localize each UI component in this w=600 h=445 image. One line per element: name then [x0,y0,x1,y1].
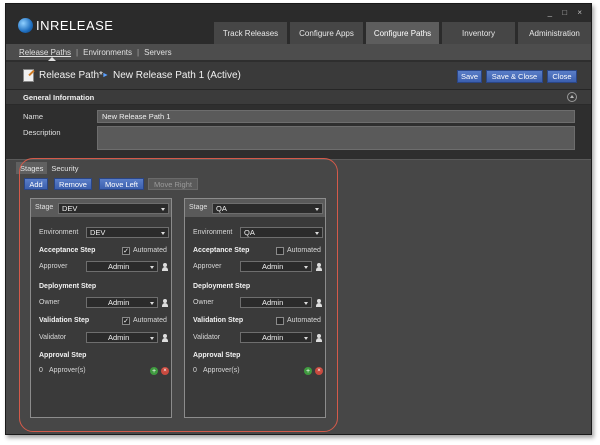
subnav-separator: | [76,47,79,57]
tab-track-releases[interactable]: Track Releases [214,22,287,44]
name-label: Name [23,112,44,121]
description-input[interactable] [97,126,575,150]
save-close-button[interactable]: Save & Close [486,70,543,83]
name-input[interactable]: New Release Path 1 [97,110,575,123]
window-controls[interactable]: _ □ × [548,8,586,17]
logo-text: INRELEASE [36,18,114,33]
title-bar: Release Path* ► New Release Path 1 (Acti… [6,62,591,90]
close-button[interactable]: Close [547,70,577,83]
edit-document-icon [23,69,34,82]
subnav-servers[interactable]: Servers [144,48,172,57]
subnav-separator: | [137,47,140,57]
app-logo: INRELEASE [18,18,113,33]
sub-navigation: Release Paths | Environments | Servers [6,44,591,60]
description-label: Description [23,128,61,137]
main-tabs: Track Releases Configure Apps Configure … [211,22,591,44]
page-title: Release Path* [39,70,103,81]
highlight-outline [19,158,338,432]
app-window: INRELEASE _ □ × Track Releases Configure… [5,3,592,435]
tab-inventory[interactable]: Inventory [442,22,515,44]
release-path-name: New Release Path 1 (Active) [113,70,241,81]
top-bar: INRELEASE _ □ × Track Releases Configure… [6,4,591,44]
globe-icon [18,18,33,33]
active-pointer-icon [48,57,56,61]
collapse-icon[interactable] [567,92,577,102]
subnav-environments[interactable]: Environments [83,48,132,57]
tab-administration[interactable]: Administration [518,22,591,44]
tab-configure-apps[interactable]: Configure Apps [290,22,363,44]
section-title: General Information [23,93,95,102]
general-info-header[interactable]: General Information [6,90,591,105]
save-button[interactable]: Save [457,70,482,83]
breadcrumb-arrow-icon: ► [102,72,109,79]
subnav-release-paths[interactable]: Release Paths [19,48,71,57]
tab-configure-paths[interactable]: Configure Paths [366,22,439,44]
